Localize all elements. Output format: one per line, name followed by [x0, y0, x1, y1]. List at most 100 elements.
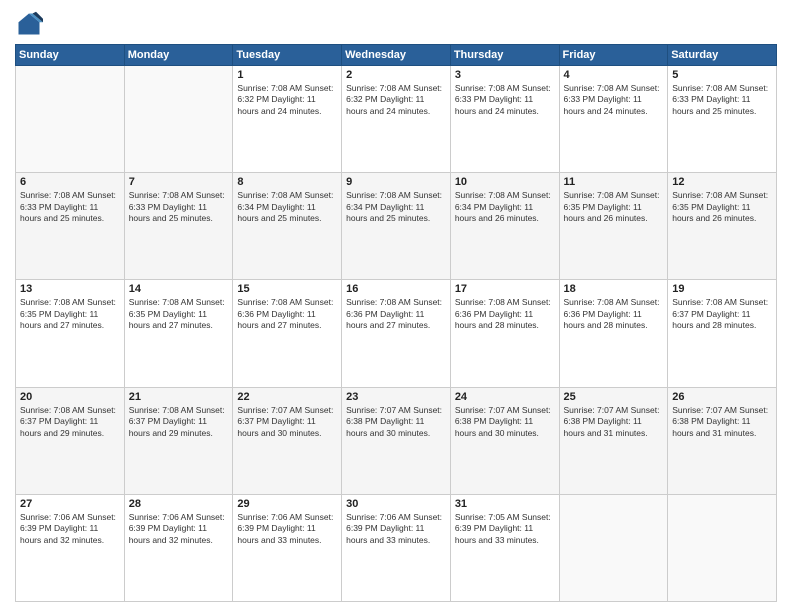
day-info: Sunrise: 7:07 AM Sunset: 6:38 PM Dayligh… — [672, 405, 772, 439]
day-info: Sunrise: 7:08 AM Sunset: 6:37 PM Dayligh… — [672, 297, 772, 331]
day-number: 31 — [455, 498, 555, 510]
day-info: Sunrise: 7:08 AM Sunset: 6:33 PM Dayligh… — [129, 190, 229, 224]
weekday-header: Tuesday — [233, 45, 342, 66]
day-number: 3 — [455, 69, 555, 81]
calendar-cell: 23Sunrise: 7:07 AM Sunset: 6:38 PM Dayli… — [342, 387, 451, 494]
day-info: Sunrise: 7:08 AM Sunset: 6:37 PM Dayligh… — [20, 405, 120, 439]
day-info: Sunrise: 7:08 AM Sunset: 6:36 PM Dayligh… — [564, 297, 664, 331]
calendar-cell: 18 Sunrise: 7:08 AM Sunset: 6:36 PM Dayli… — [559, 280, 668, 387]
day-info: Sunrise: 7:05 AM Sunset: 6:39 PM Dayligh… — [455, 512, 555, 546]
day-info: Sunrise: 7:08 AM Sunset: 6:34 PM Dayligh… — [346, 190, 446, 224]
calendar-cell: 16 Sunrise: 7:08 AM Sunset: 6:36 PM Dayli… — [342, 280, 451, 387]
calendar: SundayMondayTuesdayWednesdayThursdayFrid… — [15, 44, 777, 602]
calendar-cell: 24 Sunrise: 7:07 AM Sunset: 6:38 PM Dayli… — [450, 387, 559, 494]
calendar-cell: 21 Sunrise: 7:08 AM Sunset: 6:37 PM Dayli… — [124, 387, 233, 494]
calendar-cell — [559, 494, 668, 601]
day-info: Sunrise: 7:06 AM Sunset: 6:39 PM Dayligh… — [129, 512, 229, 546]
day-number: 8 — [237, 176, 337, 188]
day-info: Sunrise: 7:07 AM Sunset: 6:38 PM Dayligh… — [455, 405, 555, 439]
day-info: Sunrise: 7:08 AM Sunset: 6:32 PM Dayligh… — [237, 83, 337, 117]
day-number: 23 — [346, 391, 446, 403]
day-info: Sunrise: 7:08 AM Sunset: 6:35 PM Dayligh… — [129, 297, 229, 331]
day-number: 21 — [129, 391, 229, 403]
day-number: 18 — [564, 283, 664, 295]
calendar-week-row: 6 Sunrise: 7:08 AM Sunset: 6:33 PM Daylig… — [16, 173, 777, 280]
calendar-cell: 15 Sunrise: 7:08 AM Sunset: 6:36 PM Dayli… — [233, 280, 342, 387]
day-number: 4 — [564, 69, 664, 81]
weekday-header: Wednesday — [342, 45, 451, 66]
day-number: 25 — [564, 391, 664, 403]
calendar-cell: 1 Sunrise: 7:08 AM Sunset: 6:32 PM Daylig… — [233, 66, 342, 173]
day-number: 26 — [672, 391, 772, 403]
day-number: 28 — [129, 498, 229, 510]
weekday-header: Sunday — [16, 45, 125, 66]
day-number: 20 — [20, 391, 120, 403]
weekday-header: Friday — [559, 45, 668, 66]
calendar-cell: 2 Sunrise: 7:08 AM Sunset: 6:32 PM Daylig… — [342, 66, 451, 173]
calendar-cell: 4Sunrise: 7:08 AM Sunset: 6:33 PM Daylig… — [559, 66, 668, 173]
calendar-cell: 31 Sunrise: 7:05 AM Sunset: 6:39 PM Dayli… — [450, 494, 559, 601]
weekday-header: Saturday — [668, 45, 777, 66]
calendar-cell: 10Sunrise: 7:08 AM Sunset: 6:34 PM Dayli… — [450, 173, 559, 280]
calendar-cell: 27Sunrise: 7:06 AM Sunset: 6:39 PM Dayli… — [16, 494, 125, 601]
day-info: Sunrise: 7:08 AM Sunset: 6:35 PM Dayligh… — [672, 190, 772, 224]
day-number: 5 — [672, 69, 772, 81]
calendar-cell: 11Sunrise: 7:08 AM Sunset: 6:35 PM Dayli… — [559, 173, 668, 280]
day-info: Sunrise: 7:08 AM Sunset: 6:37 PM Dayligh… — [129, 405, 229, 439]
calendar-cell: 13Sunrise: 7:08 AM Sunset: 6:35 PM Dayli… — [16, 280, 125, 387]
day-info: Sunrise: 7:08 AM Sunset: 6:36 PM Dayligh… — [346, 297, 446, 331]
day-info: Sunrise: 7:08 AM Sunset: 6:34 PM Dayligh… — [237, 190, 337, 224]
day-info: Sunrise: 7:08 AM Sunset: 6:32 PM Dayligh… — [346, 83, 446, 117]
day-info: Sunrise: 7:07 AM Sunset: 6:38 PM Dayligh… — [564, 405, 664, 439]
calendar-cell: 28 Sunrise: 7:06 AM Sunset: 6:39 PM Dayli… — [124, 494, 233, 601]
header — [15, 10, 777, 38]
calendar-cell: 12 Sunrise: 7:08 AM Sunset: 6:35 PM Dayli… — [668, 173, 777, 280]
day-info: Sunrise: 7:08 AM Sunset: 6:36 PM Dayligh… — [237, 297, 337, 331]
day-info: Sunrise: 7:08 AM Sunset: 6:33 PM Dayligh… — [20, 190, 120, 224]
calendar-cell: 14 Sunrise: 7:08 AM Sunset: 6:35 PM Dayli… — [124, 280, 233, 387]
day-info: Sunrise: 7:06 AM Sunset: 6:39 PM Dayligh… — [237, 512, 337, 546]
day-number: 14 — [129, 283, 229, 295]
day-number: 6 — [20, 176, 120, 188]
calendar-week-row: 1 Sunrise: 7:08 AM Sunset: 6:32 PM Daylig… — [16, 66, 777, 173]
day-number: 24 — [455, 391, 555, 403]
calendar-week-row: 27Sunrise: 7:06 AM Sunset: 6:39 PM Dayli… — [16, 494, 777, 601]
day-info: Sunrise: 7:07 AM Sunset: 6:37 PM Dayligh… — [237, 405, 337, 439]
calendar-cell: 7 Sunrise: 7:08 AM Sunset: 6:33 PM Daylig… — [124, 173, 233, 280]
calendar-header-row: SundayMondayTuesdayWednesdayThursdayFrid… — [16, 45, 777, 66]
day-number: 30 — [346, 498, 446, 510]
calendar-cell: 26 Sunrise: 7:07 AM Sunset: 6:38 PM Dayli… — [668, 387, 777, 494]
weekday-header: Monday — [124, 45, 233, 66]
calendar-cell — [668, 494, 777, 601]
day-number: 9 — [346, 176, 446, 188]
calendar-cell: 3 Sunrise: 7:08 AM Sunset: 6:33 PM Daylig… — [450, 66, 559, 173]
calendar-cell: 5Sunrise: 7:08 AM Sunset: 6:33 PM Daylig… — [668, 66, 777, 173]
calendar-cell — [124, 66, 233, 173]
calendar-cell: 20 Sunrise: 7:08 AM Sunset: 6:37 PM Dayli… — [16, 387, 125, 494]
calendar-cell: 17 Sunrise: 7:08 AM Sunset: 6:36 PM Dayli… — [450, 280, 559, 387]
day-number: 29 — [237, 498, 337, 510]
calendar-cell: 29 Sunrise: 7:06 AM Sunset: 6:39 PM Dayli… — [233, 494, 342, 601]
day-number: 7 — [129, 176, 229, 188]
day-info: Sunrise: 7:06 AM Sunset: 6:39 PM Dayligh… — [346, 512, 446, 546]
calendar-week-row: 20 Sunrise: 7:08 AM Sunset: 6:37 PM Dayli… — [16, 387, 777, 494]
day-number: 19 — [672, 283, 772, 295]
calendar-cell: 6 Sunrise: 7:08 AM Sunset: 6:33 PM Daylig… — [16, 173, 125, 280]
day-number: 15 — [237, 283, 337, 295]
day-number: 11 — [564, 176, 664, 188]
day-number: 13 — [20, 283, 120, 295]
day-info: Sunrise: 7:08 AM Sunset: 6:36 PM Dayligh… — [455, 297, 555, 331]
day-number: 2 — [346, 69, 446, 81]
day-number: 12 — [672, 176, 772, 188]
day-info: Sunrise: 7:08 AM Sunset: 6:34 PM Dayligh… — [455, 190, 555, 224]
calendar-cell: 22Sunrise: 7:07 AM Sunset: 6:37 PM Dayli… — [233, 387, 342, 494]
logo — [15, 10, 47, 38]
calendar-cell: 25 Sunrise: 7:07 AM Sunset: 6:38 PM Dayli… — [559, 387, 668, 494]
day-number: 1 — [237, 69, 337, 81]
day-info: Sunrise: 7:08 AM Sunset: 6:33 PM Dayligh… — [455, 83, 555, 117]
day-number: 16 — [346, 283, 446, 295]
day-number: 17 — [455, 283, 555, 295]
day-info: Sunrise: 7:06 AM Sunset: 6:39 PM Dayligh… — [20, 512, 120, 546]
calendar-cell: 9 Sunrise: 7:08 AM Sunset: 6:34 PM Daylig… — [342, 173, 451, 280]
calendar-cell: 30 Sunrise: 7:06 AM Sunset: 6:39 PM Dayli… — [342, 494, 451, 601]
